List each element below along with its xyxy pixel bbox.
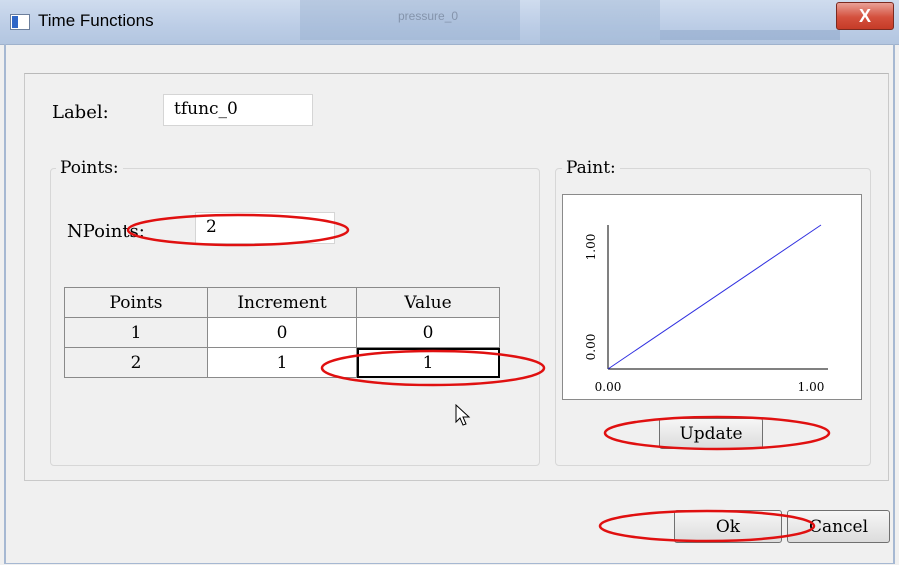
increment-cell[interactable]: 0 bbox=[207, 317, 357, 348]
label-input[interactable]: tfunc_0 bbox=[163, 94, 313, 126]
y-tick-label: 1.00 bbox=[584, 234, 598, 261]
plot-canvas: 0.00 1.00 0.00 1.00 bbox=[584, 224, 828, 394]
window-icon bbox=[10, 14, 30, 30]
column-header-value[interactable]: Value bbox=[356, 287, 500, 318]
paint-group-title: Paint: bbox=[562, 158, 620, 178]
title-bar: pressure_0 Time Functions X bbox=[0, 0, 899, 45]
column-header-points[interactable]: Points bbox=[64, 287, 208, 318]
mouse-cursor-icon bbox=[455, 404, 471, 426]
row-header-cell[interactable]: 1 bbox=[64, 317, 208, 348]
label-caption: Label: bbox=[52, 102, 109, 123]
increment-cell[interactable]: 1 bbox=[207, 347, 357, 378]
function-plot: 0.00 1.00 0.00 1.00 bbox=[562, 194, 862, 400]
column-header-increment[interactable]: Increment bbox=[207, 287, 357, 318]
x-tick-label: 1.00 bbox=[798, 380, 825, 394]
background-tab-text: pressure_0 bbox=[398, 9, 459, 23]
table-row: 2 1 1 bbox=[64, 347, 500, 378]
x-tick-label: 0.00 bbox=[595, 380, 622, 394]
npoints-caption: NPoints: bbox=[67, 221, 145, 242]
npoints-input[interactable]: 2 bbox=[195, 212, 335, 244]
close-button[interactable]: X bbox=[836, 2, 894, 30]
value-cell-selected[interactable]: 1 bbox=[356, 347, 500, 378]
points-group-title: Points: bbox=[56, 158, 123, 178]
background-window bbox=[540, 0, 660, 44]
window-title: Time Functions bbox=[38, 11, 154, 30]
table-header-row: Points Increment Value bbox=[64, 287, 500, 318]
value-cell[interactable]: 0 bbox=[356, 317, 500, 348]
update-button[interactable]: Update bbox=[659, 418, 763, 449]
row-header-cell[interactable]: 2 bbox=[64, 347, 208, 378]
ok-button[interactable]: Ok bbox=[674, 510, 782, 543]
y-tick-label: 0.00 bbox=[584, 334, 598, 361]
series-line bbox=[607, 224, 822, 370]
cancel-button[interactable]: Cancel bbox=[787, 510, 890, 543]
background-window bbox=[660, 30, 840, 40]
table-row: 1 0 0 bbox=[64, 317, 500, 348]
points-table: Points Increment Value 1 0 0 2 1 1 bbox=[64, 287, 500, 378]
